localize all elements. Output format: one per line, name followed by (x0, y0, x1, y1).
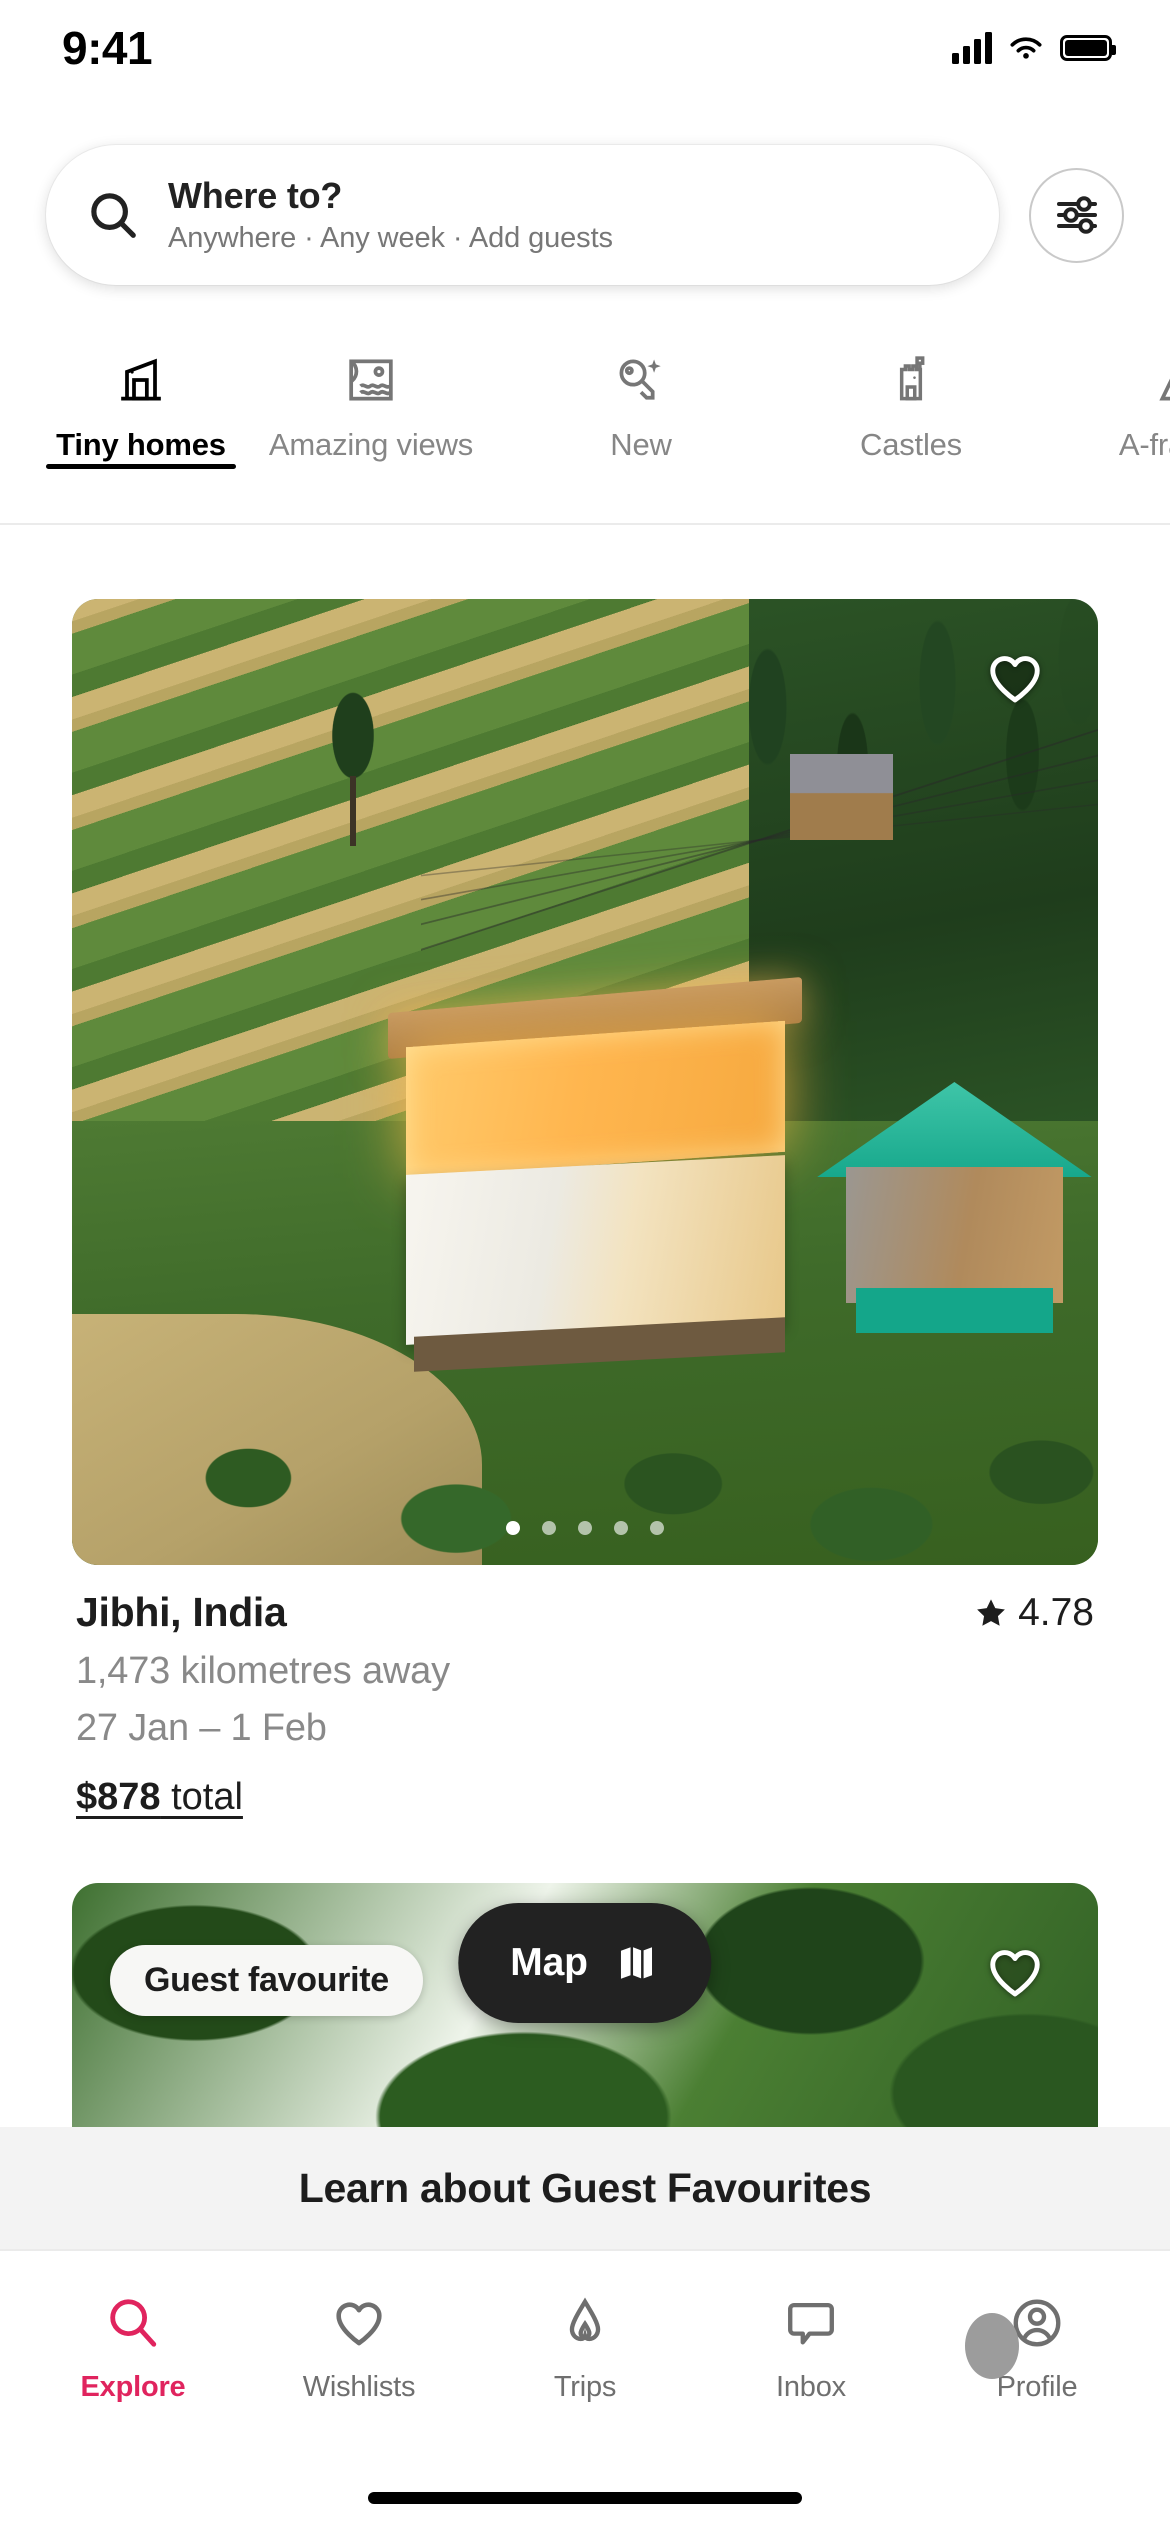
listing-details: Jibhi, India 4.78 1,473 kilometres away … (72, 1565, 1098, 1819)
search-icon (91, 193, 136, 238)
category-tab-label: A-frames (1118, 427, 1170, 462)
listing-price[interactable]: $878 total (76, 1776, 1094, 1819)
guest-favourites-banner[interactable]: Learn about Guest Favourites (0, 2127, 1170, 2249)
carousel-dot[interactable] (578, 1521, 592, 1535)
category-tab-a-frames[interactable]: A-frames (1046, 335, 1170, 463)
nav-label: Profile (996, 2371, 1078, 2403)
a-frame-icon (1153, 349, 1170, 411)
amazing-views-icon (343, 349, 399, 411)
listing-card[interactable]: Jibhi, India 4.78 1,473 kilometres away … (0, 527, 1170, 1819)
category-tab-castles[interactable]: Castles (776, 335, 1046, 463)
heart-outline-icon (990, 1950, 1040, 1997)
map-toggle-button[interactable]: Map (458, 1903, 712, 2023)
listing-feed[interactable]: Jibhi, India 4.78 1,473 kilometres away … (0, 527, 1170, 2287)
castle-tower-icon (883, 349, 939, 411)
new-key-sparkle-icon (613, 349, 669, 411)
nav-label: Inbox (776, 2371, 846, 2403)
listing-photo-scene (72, 599, 1098, 1565)
category-tab-label: Castles (860, 427, 962, 462)
nav-label: Explore (80, 2371, 186, 2403)
tiny-home-building (380, 976, 811, 1381)
nav-item-profile[interactable]: Profile (937, 2289, 1137, 2404)
teal-roof-cabin (816, 1082, 1093, 1334)
filters-sliders-icon (1056, 196, 1097, 234)
map-folded-icon (621, 1947, 653, 1979)
search-header: Where to? Anywhere · Any week · Add gues… (0, 95, 1170, 335)
nav-label: Wishlists (302, 2371, 416, 2403)
listing-rating: 4.78 (974, 1589, 1094, 1635)
category-tab-new[interactable]: New (506, 335, 776, 463)
category-tab-label: New (610, 427, 672, 462)
tiny-home-icon (113, 349, 169, 411)
cellular-signal-icon (952, 31, 992, 64)
listing-price-amount: $878 (76, 1776, 161, 1818)
category-tab-label: Tiny homes (56, 427, 226, 462)
nav-item-inbox[interactable]: Inbox (711, 2289, 911, 2404)
status-bar: 9:41 (0, 0, 1170, 95)
listing-rating-value: 4.78 (1018, 1591, 1094, 1634)
distant-cabin (790, 753, 893, 841)
filters-button[interactable] (1029, 167, 1124, 263)
hillside-tree (318, 676, 389, 847)
airbnb-belo-icon (556, 2289, 614, 2357)
category-tab-label: Amazing views (268, 427, 474, 462)
search-subtitle: Anywhere · Any week · Add guests (168, 222, 613, 254)
search-title: Where to? (168, 175, 343, 216)
search-input[interactable]: Where to? Anywhere · Any week · Add gues… (46, 145, 999, 285)
category-tab-tiny-homes[interactable]: Tiny homes (46, 335, 236, 469)
favourite-button[interactable] (984, 647, 1046, 709)
favourite-button-next[interactable] (984, 1941, 1046, 2003)
banner-text: Learn about Guest Favourites (298, 2164, 872, 2211)
battery-icon (1060, 34, 1116, 61)
status-bar-icons (952, 31, 1116, 64)
status-bar-time: 9:41 (62, 21, 153, 74)
map-button-label: Map (510, 1941, 588, 1984)
guest-favourite-badge: Guest favourite (110, 1945, 423, 2016)
listing-photo[interactable] (72, 599, 1098, 1565)
star-icon (977, 1599, 1005, 1626)
listing-title-row: Jibhi, India 4.78 (76, 1589, 1094, 1636)
listing-distance: 1,473 kilometres away (76, 1650, 450, 1692)
home-indicator (368, 2492, 802, 2504)
nav-item-wishlists[interactable]: Wishlists (259, 2289, 459, 2404)
carousel-dot[interactable] (614, 1521, 628, 1535)
speech-bubble-icon (782, 2289, 840, 2357)
listing-title: Jibhi, India (76, 1589, 287, 1635)
nav-item-explore[interactable]: Explore (33, 2289, 233, 2404)
carousel-dot[interactable] (650, 1521, 664, 1535)
carousel-dot[interactable] (506, 1521, 520, 1535)
profile-notification-dot (965, 2313, 1019, 2379)
heart-outline-icon (990, 656, 1040, 703)
search-icon (104, 2289, 162, 2357)
nav-item-trips[interactable]: Trips (485, 2289, 685, 2404)
category-tab-amazing-views[interactable]: Amazing views (236, 335, 506, 463)
listing-price-suffix: total (160, 1776, 243, 1818)
photo-carousel-dots[interactable] (72, 1521, 1098, 1535)
category-tabs[interactable]: Tiny homes Amazing views New Castles A-f… (0, 335, 1170, 525)
nav-label: Trips (553, 2371, 617, 2403)
listing-dates: 27 Jan – 1 Feb (76, 1707, 327, 1749)
wifi-icon (1010, 36, 1042, 59)
carousel-dot[interactable] (542, 1521, 556, 1535)
bottom-navigation[interactable]: Explore Wishlists Trips Inbox Profile (0, 2249, 1170, 2532)
search-text-block: Where to? Anywhere · Any week · Add gues… (168, 175, 613, 255)
heart-outline-icon (330, 2289, 388, 2357)
